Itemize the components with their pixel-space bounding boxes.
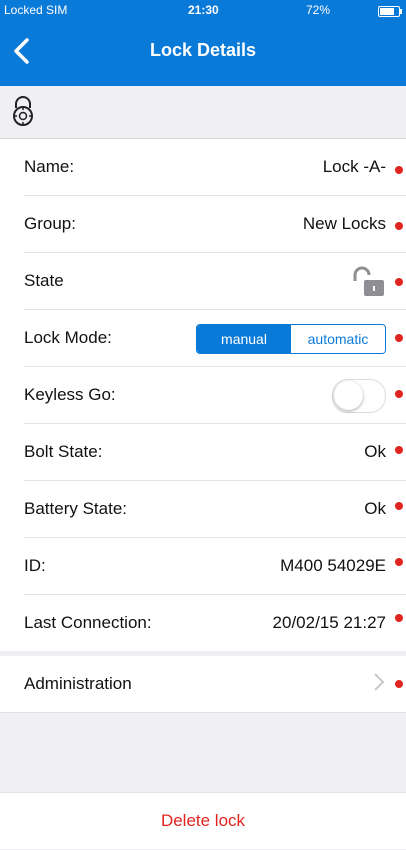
battery-state-value: Ok [364, 499, 386, 518]
name-row[interactable]: Name: Lock -A- [24, 139, 406, 196]
annotation-marker [395, 680, 403, 688]
last-connection-row: Last Connection: 20/02/15 21:27 [24, 595, 406, 651]
lock-mode-label: Lock Mode: [24, 328, 112, 347]
battery-state-label: Battery State: [24, 499, 127, 518]
group-row[interactable]: Group: New Locks [24, 196, 406, 253]
group-value: New Locks [302, 214, 386, 233]
delete-lock-label: Delete lock [160, 811, 246, 830]
last-connection-label: Last Connection: [24, 613, 152, 632]
bolt-state-value: Ok [364, 442, 386, 461]
open-padlock-icon [353, 266, 384, 296]
annotation-marker [395, 222, 403, 230]
annotation-marker [395, 614, 403, 622]
chevron-right-icon [374, 673, 385, 691]
status-bar: Locked SIM 21:30 72% [0, 0, 406, 20]
keyless-go-row: Keyless Go: [24, 367, 406, 424]
battery-icon [378, 6, 402, 17]
annotation-marker [395, 166, 403, 174]
name-value: Lock -A- [322, 157, 386, 176]
bolt-state-row: Bolt State: Ok [24, 424, 406, 481]
annotation-marker [395, 334, 403, 342]
id-label: ID: [24, 556, 46, 575]
annotation-marker [395, 446, 403, 454]
name-label: Name: [24, 157, 75, 176]
battery-state-row: Battery State: Ok [24, 481, 406, 538]
id-value: M400 54029E [280, 556, 386, 575]
delete-lock-button[interactable]: Delete lock [0, 792, 406, 849]
status-battery-percent: 72% [306, 3, 331, 17]
bolt-state-label: Bolt State: [24, 442, 103, 461]
toggle-knob [334, 381, 363, 410]
combination-lock-icon [13, 96, 33, 126]
group-label: Group: [24, 214, 76, 233]
lock-mode-automatic[interactable]: automatic [291, 325, 385, 353]
lock-header [0, 86, 406, 139]
lock-mode-segmented-control[interactable]: manual automatic [196, 324, 386, 354]
annotation-marker [395, 390, 403, 398]
carrier-label: Locked SIM [4, 3, 68, 17]
keyless-go-label: Keyless Go: [24, 385, 116, 404]
lock-mode-row: Lock Mode: manual automatic [24, 310, 406, 367]
status-time: 21:30 [188, 3, 219, 17]
keyless-go-toggle[interactable] [332, 379, 386, 413]
navigation-bar: Lock Details [0, 20, 406, 86]
annotation-marker [395, 278, 403, 286]
id-row: ID: M400 54029E [24, 538, 406, 595]
state-label: State [24, 271, 64, 290]
last-connection-value: 20/02/15 21:27 [272, 613, 386, 632]
annotation-marker [395, 558, 403, 566]
state-row: State [24, 253, 406, 310]
lock-details-list: Name: Lock -A- Group: New Locks State Lo… [0, 139, 406, 651]
annotation-marker [395, 502, 403, 510]
lock-mode-manual[interactable]: manual [197, 325, 291, 353]
page-title: Lock Details [149, 40, 257, 60]
administration-row[interactable]: Administration [0, 656, 406, 713]
administration-label: Administration [24, 674, 132, 693]
